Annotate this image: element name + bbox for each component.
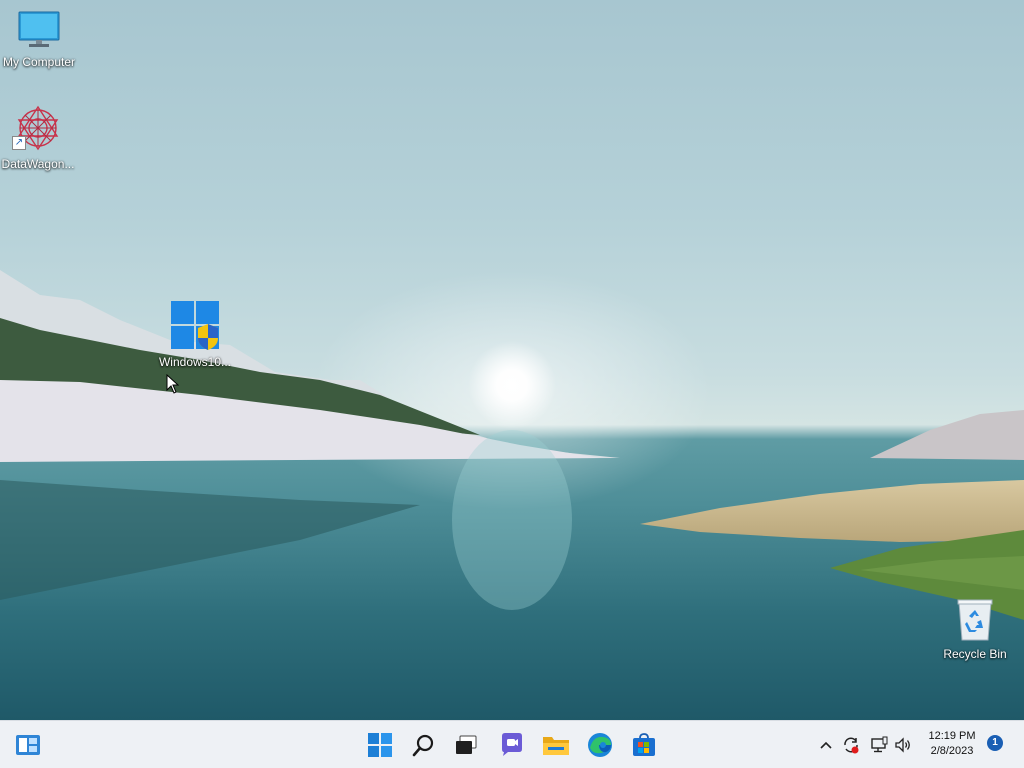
microsoft-store-button[interactable] (628, 729, 660, 761)
monitor-icon (18, 11, 60, 47)
notification-badge[interactable]: 1 (987, 735, 1003, 751)
mouse-cursor-icon (166, 374, 180, 394)
folder-icon (543, 737, 569, 755)
clock-date: 2/8/2023 (930, 745, 974, 757)
file-explorer-button[interactable] (540, 729, 572, 761)
shortcut-arrow-icon: ↗ (12, 136, 26, 150)
task-view-icon (456, 735, 477, 754)
show-hidden-icons-button[interactable] (818, 733, 834, 757)
desktop[interactable]: My Computer ↗ DataWagon... Windows10... … (0, 0, 1024, 720)
sync-status-button[interactable] (841, 733, 861, 757)
volume-button[interactable] (893, 733, 913, 757)
search-button[interactable] (408, 729, 440, 761)
desktop-icon-label: My Computer (2, 55, 76, 69)
widgets-button[interactable] (12, 729, 44, 761)
my-computer-icon-item[interactable]: My Computer (0, 10, 79, 69)
start-button[interactable] (364, 729, 396, 761)
chevron-up-icon (820, 741, 832, 749)
recycle-bin-icon-item[interactable]: Recycle Bin (935, 598, 1015, 661)
store-icon (633, 733, 655, 756)
desktop-icon-label: DataWagon... (1, 157, 75, 171)
clock[interactable]: 12:19 PM 2/8/2023 (918, 729, 986, 759)
desktop-icon-label: Recycle Bin (943, 647, 1007, 661)
start-windows-icon (368, 733, 392, 757)
edge-browser-button[interactable] (584, 729, 616, 761)
search-icon (412, 734, 434, 757)
recycle-bin-icon (957, 599, 993, 641)
widgets-icon (16, 735, 40, 755)
sync-error-icon (844, 737, 859, 754)
wallpaper (0, 270, 1024, 620)
datawagon-icon-item[interactable]: ↗ DataWagon... (0, 104, 78, 171)
volume-icon (895, 737, 910, 753)
windows10-icon-item[interactable]: Windows10... (155, 300, 235, 369)
taskbar: 12:19 PM 2/8/2023 (0, 720, 1024, 768)
task-view-button[interactable] (450, 729, 482, 761)
chat-icon (502, 733, 522, 756)
network-button[interactable] (869, 733, 889, 757)
chat-button[interactable] (496, 729, 528, 761)
clock-time: 12:19 PM (928, 730, 976, 742)
network-icon (871, 736, 888, 753)
desktop-icon-label: Windows10... (158, 355, 232, 369)
edge-icon (588, 733, 612, 757)
windows-logo-icon (171, 301, 219, 350)
